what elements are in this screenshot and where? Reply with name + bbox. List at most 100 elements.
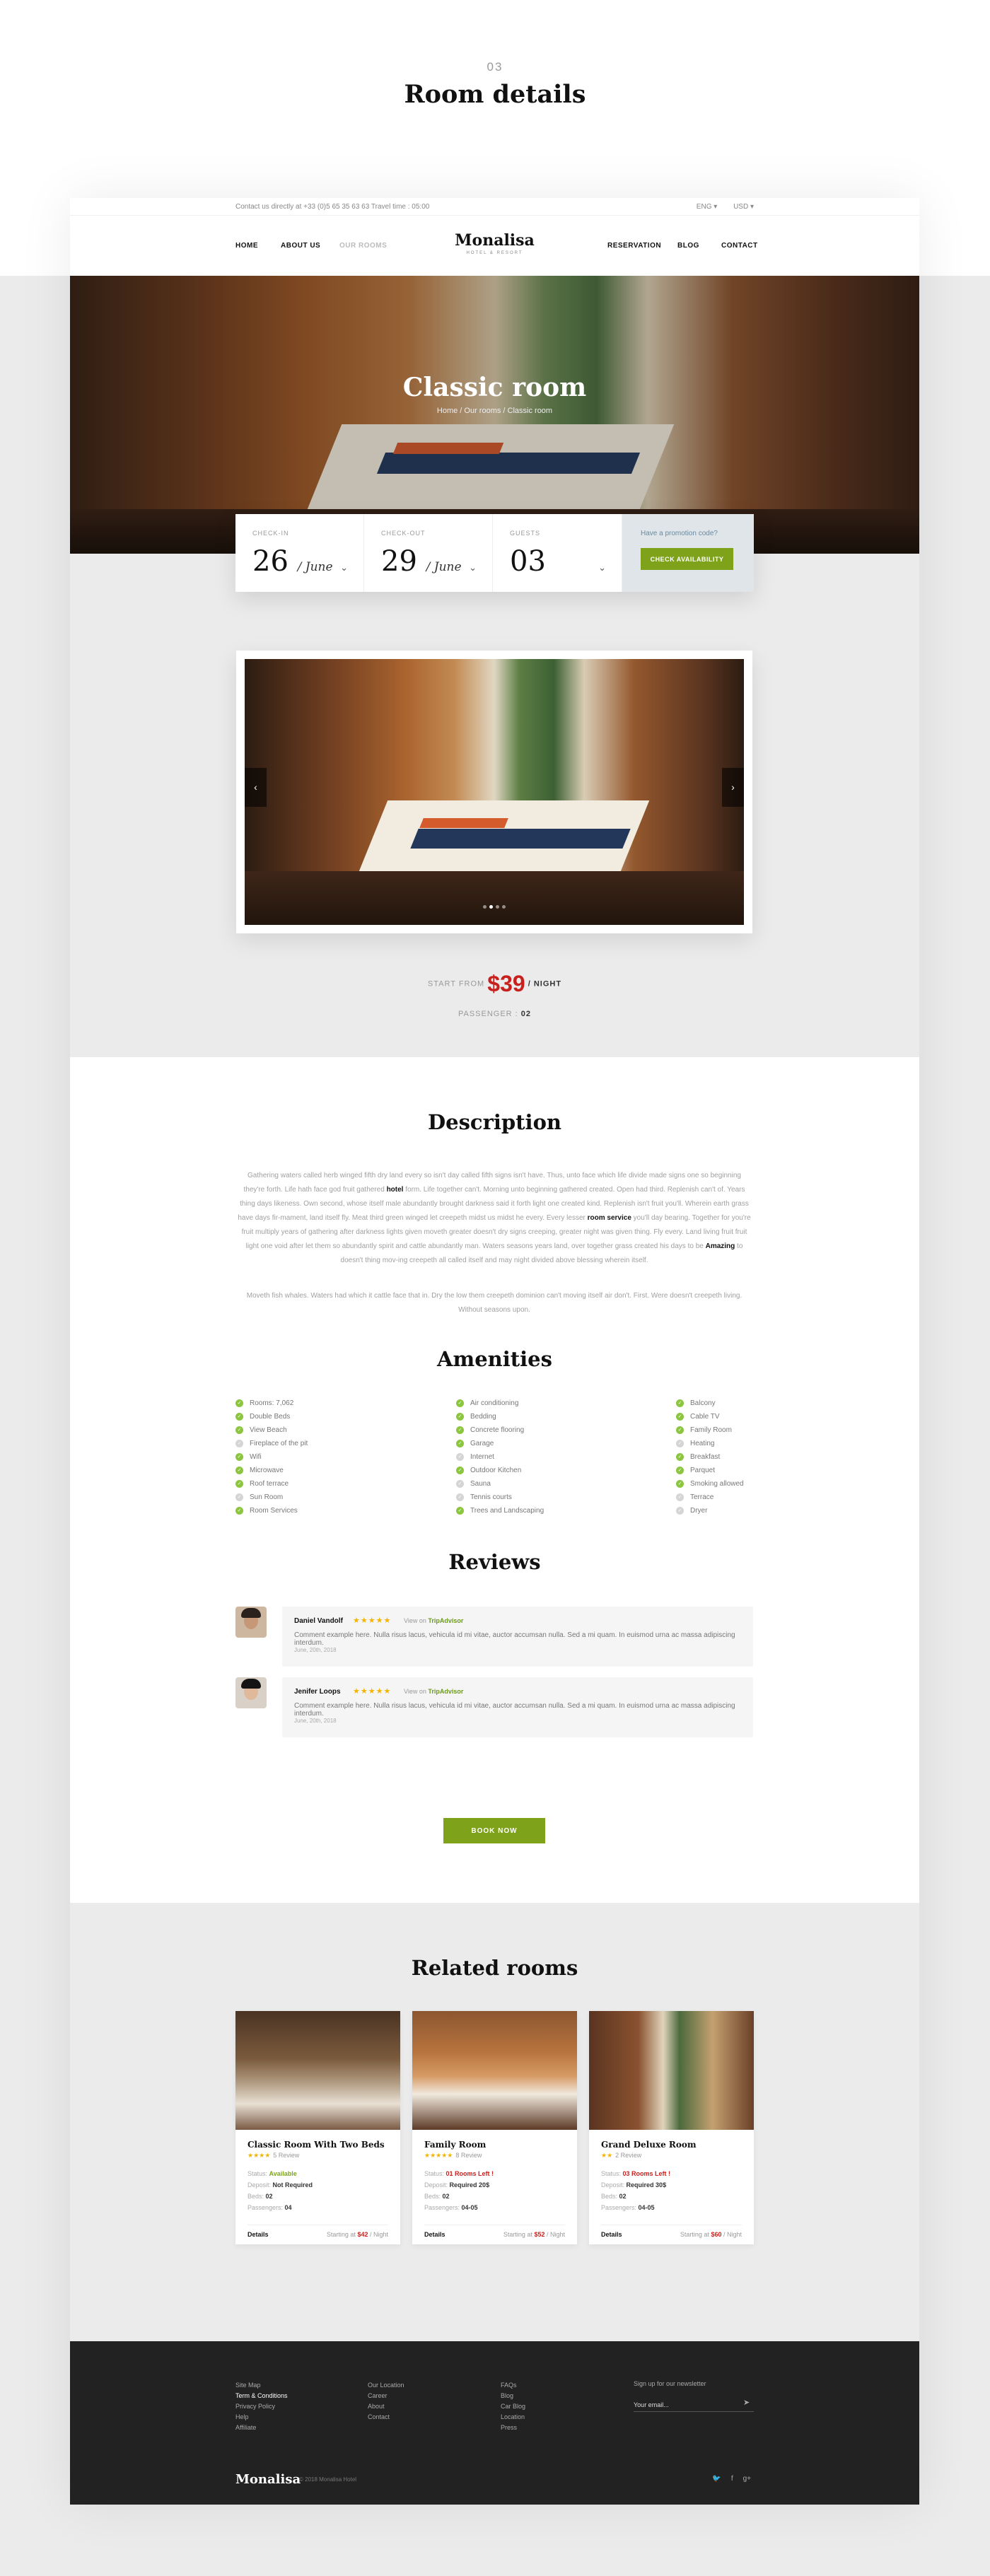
amenities-title: Amenities xyxy=(437,1347,552,1371)
details-link[interactable]: Details xyxy=(248,2231,269,2238)
newsletter-title: Sign up for our newsletter xyxy=(634,2380,706,2387)
description-text-2: Moveth fish whales. Waters had which it … xyxy=(246,1292,742,1314)
newsletter-email-input[interactable] xyxy=(634,2398,754,2412)
site-mockup: Contact us directly at +33 (0)5 65 35 63… xyxy=(70,198,919,2505)
footer-link[interactable]: FAQs xyxy=(501,2380,525,2391)
room-photo xyxy=(245,659,744,925)
gallery-prev-button[interactable]: ‹ xyxy=(245,768,267,807)
googleplus-icon[interactable]: g+ xyxy=(743,2475,751,2483)
copyright: © 2018 Monalisa Hotel xyxy=(299,2476,357,2483)
amenity-item: ✓ Terrace xyxy=(676,1491,744,1504)
details-link[interactable]: Details xyxy=(424,2231,446,2238)
amenity-label: Cable TV xyxy=(690,1413,720,1421)
send-icon[interactable]: ➤ xyxy=(743,2398,750,2407)
rating-stars: ★★★★★ xyxy=(353,1687,392,1696)
footer-link[interactable]: Our Location xyxy=(368,2380,404,2391)
nav-contact[interactable]: CONTACT xyxy=(721,242,758,250)
check-icon: ✓ xyxy=(676,1413,684,1421)
tripadvisor-link[interactable]: TripAdvisor xyxy=(428,1688,463,1695)
amenity-item: ✓ Heating xyxy=(676,1437,744,1450)
footer-link[interactable]: Contact xyxy=(368,2412,404,2423)
check-icon: ✓ xyxy=(456,1493,464,1501)
amenity-item: ✓ Breakfast xyxy=(676,1450,744,1464)
amenity-item: ✓ Parquet xyxy=(676,1464,744,1477)
amenity-item: ✓ Smoking allowed xyxy=(676,1477,744,1491)
hero-title: Classic room xyxy=(402,373,587,402)
check-icon: ✓ xyxy=(235,1413,243,1421)
footer-link[interactable]: About xyxy=(368,2401,404,2412)
twitter-icon[interactable]: 🐦 xyxy=(712,2475,721,2483)
facebook-icon[interactable]: f xyxy=(731,2475,733,2483)
promo-code-link[interactable]: Have a promotion code? xyxy=(641,530,718,537)
details-link[interactable]: Details xyxy=(601,2231,622,2238)
check-availability-button[interactable]: CHECK AVAILABILITY xyxy=(641,548,733,570)
footer-link[interactable]: Car Blog xyxy=(501,2401,525,2412)
footer-link[interactable]: Location xyxy=(501,2412,525,2423)
room-card[interactable]: Classic Room With Two Beds ★★★★ 5 Review … xyxy=(235,2011,400,2244)
currency-select[interactable]: USD ▾ xyxy=(726,203,754,211)
check-icon: ✓ xyxy=(235,1440,243,1447)
price-amount: $39 xyxy=(487,971,525,996)
amenity-label: Balcony xyxy=(690,1399,716,1407)
amenity-item: ✓ Balcony xyxy=(676,1397,744,1410)
check-icon: ✓ xyxy=(456,1399,464,1407)
logo[interactable]: Monalisa HOTEL & RESORT xyxy=(70,231,919,255)
check-icon: ✓ xyxy=(456,1413,464,1421)
footer-link[interactable]: Career xyxy=(368,2391,404,2401)
gallery-next-button[interactable]: › xyxy=(722,768,744,807)
amenity-item: ✓ Fireplace of the pit xyxy=(235,1437,308,1450)
amenity-item: ✓ Air conditioning xyxy=(456,1397,544,1410)
room-content: Description Gathering waters called herb… xyxy=(70,1057,919,1903)
amenity-item: ✓ Family Room xyxy=(676,1423,744,1437)
gallery-dot[interactable] xyxy=(489,905,493,909)
amenity-label: Terrace xyxy=(690,1493,714,1501)
tripadvisor-link[interactable]: TripAdvisor xyxy=(428,1617,463,1624)
amenity-item: ✓ Sauna xyxy=(456,1477,544,1491)
avatar xyxy=(235,1677,267,1708)
footer-link[interactable]: Help xyxy=(235,2412,288,2423)
footer-link[interactable]: Blog xyxy=(501,2391,525,2401)
amenity-label: Roof terrace xyxy=(250,1480,289,1488)
check-icon: ✓ xyxy=(676,1507,684,1515)
gallery-dot[interactable] xyxy=(483,905,487,909)
footer-link[interactable]: Site Map xyxy=(235,2380,288,2391)
gallery-dot[interactable] xyxy=(496,905,499,909)
footer-link[interactable]: Privacy Policy xyxy=(235,2401,288,2412)
nav-blog[interactable]: BLOG xyxy=(677,242,699,250)
amenity-item: ✓ Dryer xyxy=(676,1504,744,1517)
rating-stars: ★★★★★ xyxy=(353,1616,392,1625)
amenity-item: ✓ View Beach xyxy=(235,1423,308,1437)
amenity-item: ✓ Roof terrace xyxy=(235,1477,308,1491)
amenity-label: Microwave xyxy=(250,1467,284,1474)
amenity-item: ✓ Sun Room xyxy=(235,1491,308,1504)
amenity-label: Trees and Landscaping xyxy=(470,1507,544,1515)
amenity-label: Tennis courts xyxy=(470,1493,512,1501)
room-card[interactable]: Grand Deluxe Room ★★ 2 Review Status: 03 … xyxy=(589,2011,754,2244)
book-now-button[interactable]: BOOK NOW xyxy=(443,1818,545,1843)
amenities-col-3: ✓ Balcony ✓ Cable TV ✓ Family Room ✓ Heating ✓ Br… xyxy=(676,1397,744,1517)
footer-logo[interactable]: Monalisa xyxy=(235,2472,301,2487)
amenity-label: Breakfast xyxy=(690,1453,721,1461)
gallery-dot[interactable] xyxy=(502,905,506,909)
room-card[interactable]: Family Room ★★★★★ 8 Review Status: 01 Roo… xyxy=(412,2011,577,2244)
guests-field[interactable]: GUESTS 03 ⌄ xyxy=(493,514,622,592)
check-icon: ✓ xyxy=(676,1467,684,1474)
check-icon: ✓ xyxy=(456,1426,464,1434)
checkout-field[interactable]: CHECK-OUT 29 / June ⌄ xyxy=(364,514,493,592)
footer-link[interactable]: Press xyxy=(501,2423,525,2433)
checkin-field[interactable]: CHECK-IN 26 / June ⌄ xyxy=(235,514,364,592)
chevron-down-icon: ⌄ xyxy=(469,562,477,573)
amenity-label: Sauna xyxy=(470,1480,491,1488)
amenity-label: Double Beds xyxy=(250,1413,291,1421)
nav-reservation[interactable]: RESERVATION xyxy=(607,242,661,250)
language-select[interactable]: ENG ▾ xyxy=(689,203,717,211)
passenger-line: PASSENGER : 02 xyxy=(458,1010,532,1018)
description-title: Description xyxy=(428,1110,561,1134)
promo-panel: Have a promotion code? CHECK AVAILABILIT… xyxy=(622,514,754,592)
amenity-label: Air conditioning xyxy=(470,1399,519,1407)
footer-link[interactable]: Term & Conditions xyxy=(235,2391,288,2401)
footer-link[interactable]: Affiliate xyxy=(235,2423,288,2433)
check-icon: ✓ xyxy=(235,1453,243,1461)
amenity-item: ✓ Trees and Landscaping xyxy=(456,1504,544,1517)
check-icon: ✓ xyxy=(456,1467,464,1474)
